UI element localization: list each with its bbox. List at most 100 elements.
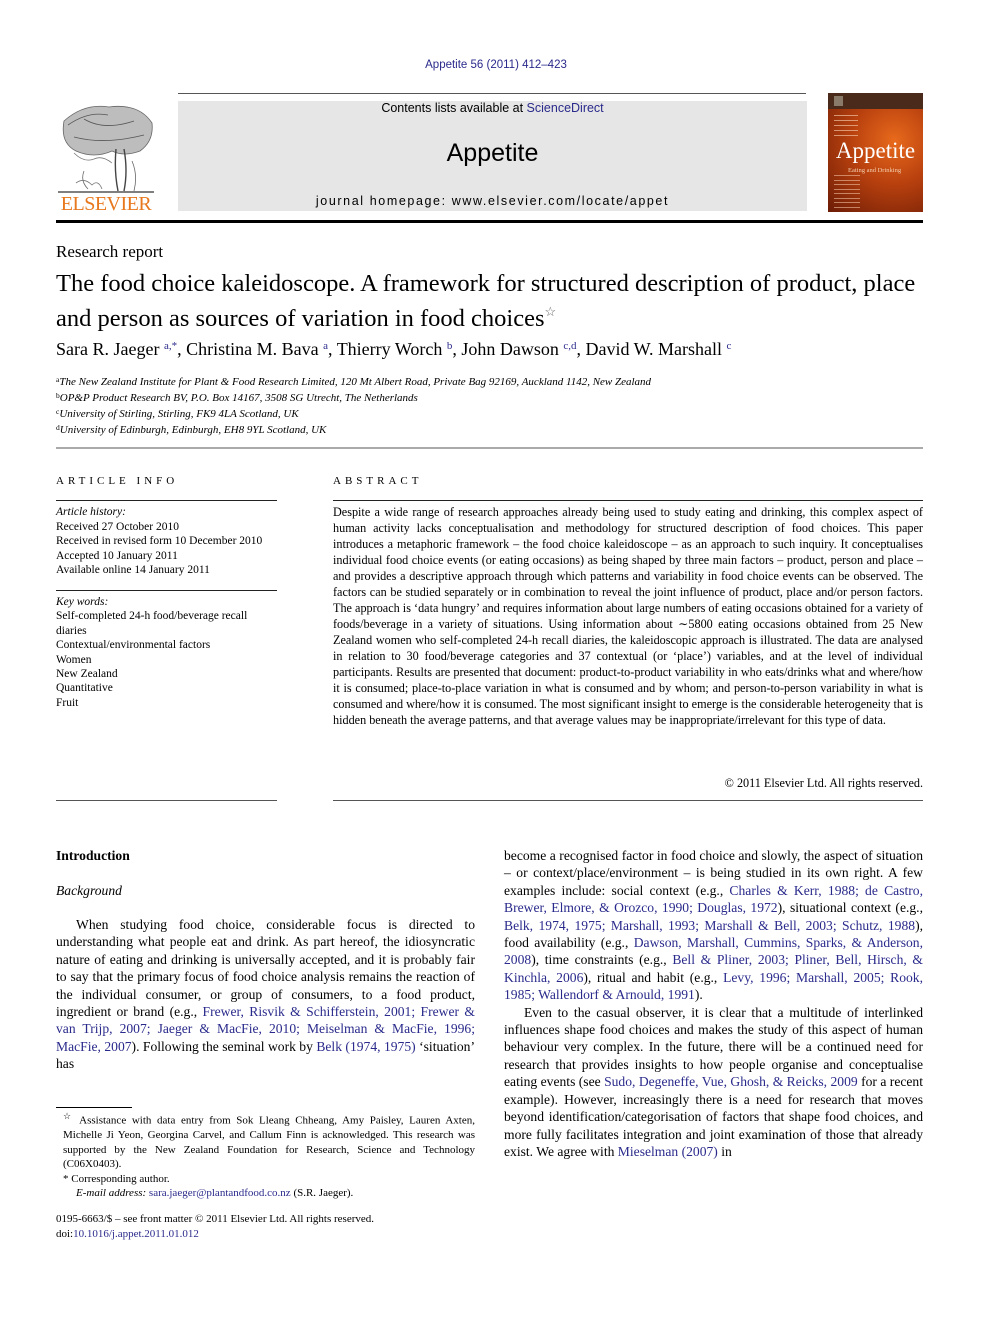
footnotes: ☆ Assistance with data entry from Sok Ll…	[56, 1109, 475, 1201]
affiliation-item: aThe New Zealand Institute for Plant & F…	[56, 373, 651, 389]
masthead-bottom-rule	[56, 220, 923, 223]
article-info-heading: ARTICLE INFO	[56, 475, 179, 487]
history-label: Article history:	[56, 506, 126, 518]
author-name: Thierry Worch	[336, 339, 447, 359]
affiliation-item: dUniversity of Edinburgh, Edinburgh, EH8…	[56, 421, 651, 437]
email-footnote: E-mail address: sara.jaeger@plantandfood…	[56, 1186, 475, 1201]
affiliation-item: bOP&P Product Research BV, P.O. Box 1416…	[56, 389, 651, 405]
publisher-wordmark: ELSEVIER	[60, 193, 152, 215]
sciencedirect-link[interactable]: ScienceDirect	[527, 101, 604, 115]
author-name: John Dawson	[461, 339, 564, 359]
author-name: Sara R. Jaeger	[56, 339, 164, 359]
paragraph-text: in	[717, 1143, 732, 1159]
body-right-column: become a recognised factor in food choic…	[504, 847, 923, 1160]
funding-footnote: ☆ Assistance with data entry from Sok Ll…	[56, 1109, 475, 1172]
doi-line: doi:10.1016/j.appet.2011.01.012	[56, 1227, 374, 1242]
author-separator: ,	[576, 339, 586, 359]
keywords: Key words: Self-completed 24-h food/beve…	[56, 595, 278, 710]
keyword-item: Fruit	[56, 696, 79, 709]
author-affiliation-mark[interactable]: a,*	[164, 340, 177, 352]
journal-citation-link[interactable]: Appetite 56 (2011) 412–423	[0, 59, 992, 71]
paragraph-text: ).	[694, 987, 703, 1003]
author-email-link[interactable]: sara.jaeger@plantandfood.co.nz	[149, 1187, 291, 1199]
affiliation-item: cUniversity of Stirling, Stirling, FK9 4…	[56, 405, 651, 421]
doi-link[interactable]: 10.1016/j.appet.2011.01.012	[73, 1228, 199, 1240]
cover-subtitle: Eating and Drinking	[848, 167, 902, 174]
contents-availability: Contents lists available at ScienceDirec…	[178, 101, 807, 115]
abstract-heading: ABSTRACT	[333, 475, 423, 487]
footnote-star-icon: ☆	[63, 1111, 75, 1121]
body-left-column: When studying food choice, considerable …	[56, 916, 475, 1073]
contents-prefix: Contents lists available at	[381, 101, 527, 115]
author-separator: ,	[328, 339, 337, 359]
citation-link[interactable]: Mieselman (2007)	[618, 1144, 718, 1159]
article-info-rule-mid	[56, 590, 277, 591]
paragraph-text: ), situational context (e.g.,	[777, 900, 923, 916]
citation-link[interactable]: Sudo, Degeneffe, Vue, Ghosh, & Reicks, 2…	[604, 1074, 858, 1089]
keyword-item: New Zealand	[56, 668, 118, 681]
history-list: Received 27 October 2010 Received in revi…	[56, 520, 262, 578]
cover-contents-list	[834, 175, 860, 211]
asterisk-mark: *	[63, 1172, 69, 1185]
abstract-text: Despite a wide range of research approac…	[333, 505, 923, 727]
affiliation-text: University of Edinburgh, Edinburgh, EH8 …	[59, 424, 327, 436]
front-matter: 0195-6663/$ – see front matter © 2011 El…	[56, 1212, 374, 1241]
affiliation-list: aThe New Zealand Institute for Plant & F…	[56, 373, 651, 437]
paragraph-text: ). Following the seminal work by	[131, 1038, 317, 1054]
article-type: Research report	[56, 242, 164, 261]
journal-cover-image[interactable]: Appetite Eating and Drinking	[828, 93, 923, 212]
section-heading-introduction: Introduction	[56, 848, 130, 863]
keyword-item: Women	[56, 653, 92, 666]
author-affiliation-mark[interactable]: c,d	[563, 340, 576, 352]
corresponding-footnote: * Corresponding author.	[56, 1172, 475, 1187]
email-suffix: (S.R. Jaeger).	[290, 1187, 354, 1200]
paragraph-text: ), time constraints (e.g.,	[531, 952, 673, 968]
keyword-item: Contextual/environmental factors	[56, 639, 211, 652]
doi-label: doi:	[56, 1227, 74, 1240]
article-title-text: The food choice kaleidoscope. A framewor…	[56, 270, 916, 332]
cover-publisher-icon	[834, 96, 843, 106]
body-paragraph: Even to the casual observer, it is clear…	[504, 1004, 923, 1161]
article-history: Article history: Received 27 October 201…	[56, 505, 262, 578]
keywords-list: Self-completed 24-h food/beverage recall…	[56, 609, 278, 710]
affiliation-text: University of Stirling, Stirling, FK9 4L…	[59, 408, 299, 420]
body-paragraph: become a recognised factor in food choic…	[504, 847, 923, 1004]
cover-editor-list	[834, 115, 858, 140]
journal-homepage-link[interactable]: journal homepage: www.elsevier.com/locat…	[178, 194, 807, 208]
paragraph-text: ), ritual and habit (e.g.,	[583, 969, 724, 985]
footnote-rule	[56, 1107, 132, 1108]
article-info-rule-bottom	[56, 800, 277, 801]
author-list: Sara R. Jaeger a,*, Christina M. Bava a,…	[56, 339, 731, 360]
abstract-rule-top	[333, 500, 923, 501]
history-item: Available online 14 January 2011	[56, 564, 210, 576]
email-label: E-mail address:	[76, 1187, 147, 1200]
author-name: Christina M. Bava	[186, 339, 324, 359]
subsection-heading-background: Background	[56, 883, 122, 898]
history-item: Received in revised form 10 December 201…	[56, 535, 263, 547]
author-affiliation-mark[interactable]: c	[727, 340, 732, 352]
citation-link[interactable]: Belk (1974, 1975)	[316, 1039, 415, 1054]
abstract-copyright: © 2011 Elsevier Ltd. All rights reserved…	[724, 776, 923, 790]
masthead-top-rule	[178, 93, 806, 94]
affiliation-text: OP&P Product Research BV, P.O. Box 14167…	[59, 392, 418, 404]
cover-title: Appetite	[835, 138, 916, 163]
corresponding-author-text: Corresponding author.	[71, 1172, 170, 1185]
author-separator: ,	[177, 339, 187, 359]
affiliation-text: The New Zealand Institute for Plant & Fo…	[59, 376, 652, 388]
section-divider	[56, 447, 923, 449]
history-item: Accepted 10 January 2011	[56, 549, 178, 562]
title-footnote-star-icon[interactable]: ☆	[545, 304, 557, 319]
body-paragraph: When studying food choice, considerable …	[56, 916, 475, 1073]
article-title: The food choice kaleidoscope. A framewor…	[56, 270, 916, 333]
issn-line: 0195-6663/$ – see front matter © 2011 El…	[56, 1213, 375, 1225]
citation-link[interactable]: Belk, 1974, 1975; Marshall, 1993; Marsha…	[504, 918, 915, 933]
article-info-rule-top	[56, 500, 277, 501]
keywords-label: Key words:	[56, 596, 109, 608]
journal-title: Appetite	[446, 139, 539, 167]
keyword-item: Quantitative	[56, 682, 113, 695]
funding-footnote-text: Assistance with data entry from Sok Llea…	[63, 1114, 475, 1171]
author-name: David W. Marshall	[585, 339, 727, 359]
history-item: Received 27 October 2010	[56, 520, 179, 533]
abstract-rule-bottom	[333, 800, 923, 801]
keyword-item: Self-completed 24-h food/beverage recall…	[56, 610, 248, 637]
